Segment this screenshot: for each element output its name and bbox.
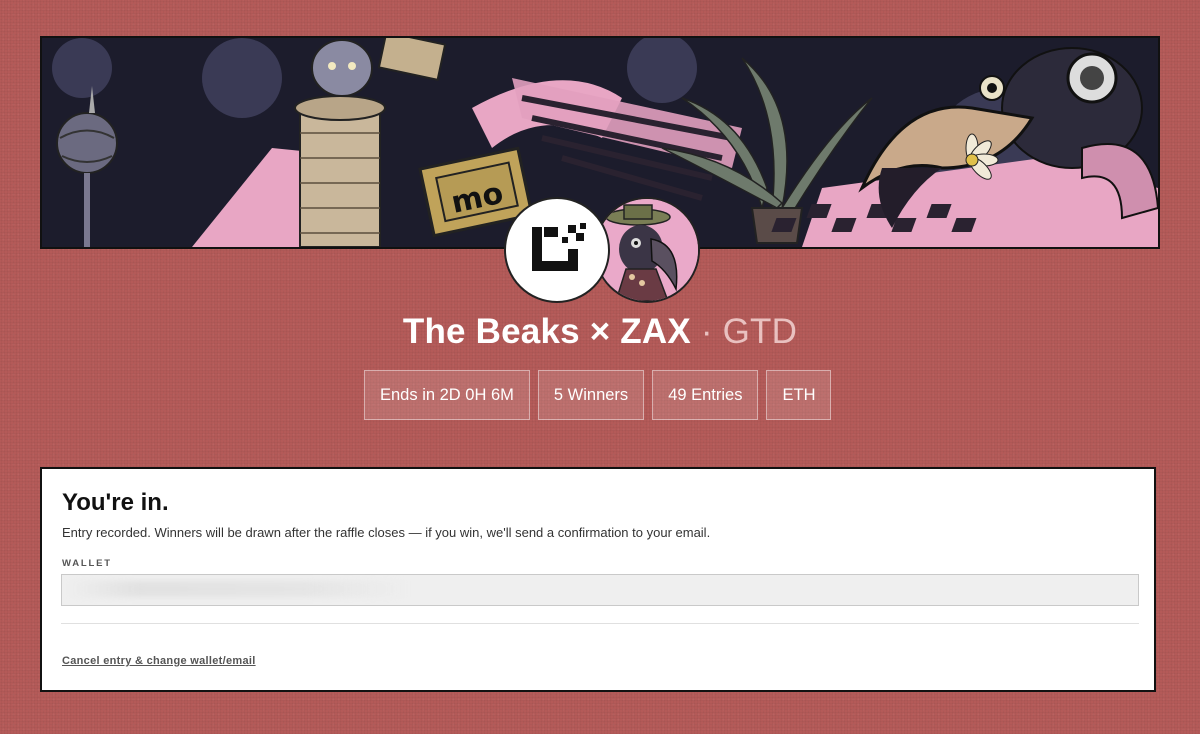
entry-confirmation-card: You're in. Entry recorded. Winners will … xyxy=(40,467,1156,692)
raffle-type-tag: GTD xyxy=(722,312,798,351)
wallet-label: WALLET xyxy=(62,558,112,569)
winners-pill: 5 Winners xyxy=(537,370,645,420)
title-separator: · xyxy=(700,312,713,351)
beaks-avatar-icon xyxy=(596,199,698,301)
card-divider xyxy=(61,623,1139,624)
entries-pill: 49 Entries xyxy=(652,370,759,420)
cancel-entry-link[interactable]: Cancel entry & change wallet/email xyxy=(62,655,256,667)
confirmation-message: Entry recorded. Winners will be drawn af… xyxy=(62,525,711,540)
collection-banner: mo xyxy=(40,36,1160,249)
currency-pill: ETH xyxy=(766,370,832,420)
raffle-stats: Ends in 2D 0H 6M 5 Winners 49 Entries ET… xyxy=(364,370,832,420)
confirmation-heading: You're in. xyxy=(62,489,169,516)
zax-logo-avatar xyxy=(504,197,610,303)
ends-in-pill: Ends in 2D 0H 6M xyxy=(364,370,530,420)
banner-artwork: mo xyxy=(42,38,1158,247)
wallet-redacted-value xyxy=(68,581,408,597)
raffle-name: The Beaks × ZAX xyxy=(402,312,691,351)
raffle-title: The Beaks × ZAX · GTD xyxy=(0,312,1200,352)
zax-logo-icon xyxy=(532,223,586,271)
